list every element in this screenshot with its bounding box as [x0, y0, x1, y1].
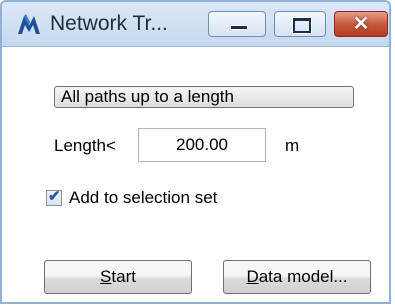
add-to-selection-label[interactable]: Add to selection set	[69, 188, 217, 208]
trace-mode-button[interactable]: All paths up to a length	[54, 86, 354, 108]
start-button-accelerator: S	[100, 267, 112, 286]
data-model-button[interactable]: Data model...	[223, 260, 371, 294]
minimize-button[interactable]	[208, 11, 266, 37]
title-bar[interactable]: Network Tr... ✕	[2, 2, 389, 47]
length-input[interactable]	[138, 128, 266, 162]
length-label: Length<	[54, 136, 116, 155]
window-title: Network Tr...	[50, 12, 168, 35]
minimize-icon	[230, 25, 248, 30]
network-trace-app-icon	[18, 14, 40, 34]
data-model-button-label: ata model...	[258, 267, 348, 286]
close-button[interactable]: ✕	[334, 11, 388, 37]
length-unit: m	[285, 136, 300, 155]
maximize-icon	[293, 18, 311, 33]
network-trace-window: Network Tr... ✕ All paths up to a length…	[0, 0, 391, 304]
add-to-selection-checkbox[interactable]: ✔	[46, 188, 62, 206]
start-button[interactable]: Start	[44, 260, 192, 294]
maximize-button[interactable]	[274, 11, 326, 37]
close-icon: ✕	[352, 13, 370, 35]
checkmark-icon: ✔	[48, 188, 61, 205]
data-model-button-accelerator: D	[246, 267, 259, 286]
start-button-label: tart	[111, 267, 136, 286]
